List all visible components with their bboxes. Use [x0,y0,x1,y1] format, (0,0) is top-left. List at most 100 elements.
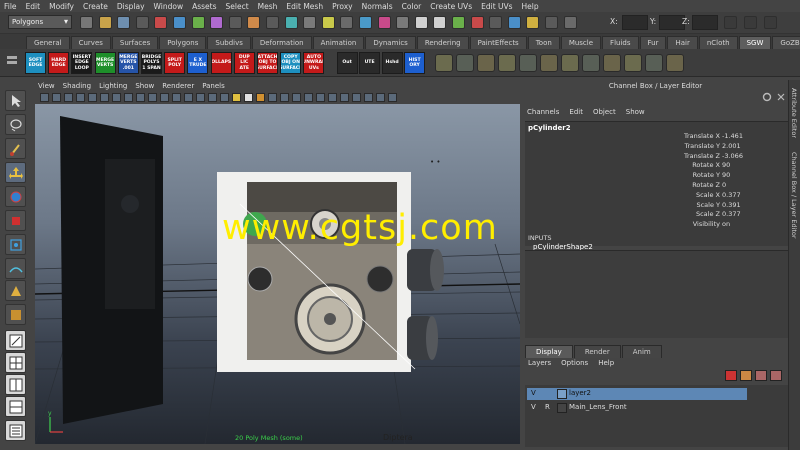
outliner-layout-icon[interactable] [5,420,26,441]
viewport-toolbar-icon[interactable] [100,93,109,102]
render-settings-icon[interactable] [452,16,465,29]
two-pane-layout-icon[interactable] [5,374,26,395]
move-tool-icon[interactable] [5,162,26,183]
menu-create[interactable]: Create [83,2,108,11]
shelf-tab-deformation[interactable]: Deformation [251,36,312,49]
viewport-toolbar-icon[interactable] [376,93,385,102]
menu-assets[interactable]: Assets [192,2,216,11]
shelf-button-split-poly[interactable]: SPLIT POLY [164,52,186,74]
channelbox-toggle-icon[interactable] [764,16,777,29]
graph-layout-icon[interactable] [5,396,26,417]
viewport-toolbar-icon[interactable] [88,93,97,102]
channel-value[interactable]: 2.001 [722,142,741,150]
grid-icon-b[interactable] [539,54,558,72]
grid-icon[interactable] [545,16,558,29]
shelf-button-hard-edge[interactable]: HARD EDGE [48,52,70,74]
channel-row[interactable]: Scale X 0.377 [525,191,790,201]
open-scene-icon[interactable] [98,16,112,29]
save-scene-icon[interactable] [117,16,131,29]
select-hierarchy-icon[interactable] [154,16,168,29]
viewport-toolbar-icon[interactable] [316,93,325,102]
viewport-toolbar-icon[interactable] [364,93,373,102]
outliner-icon[interactable] [563,16,577,29]
channel-row[interactable]: Rotate Y 90 [525,171,790,181]
channel-row[interactable]: Translate Z -3.066 [525,152,790,162]
track-icon[interactable] [476,54,495,72]
menu-display[interactable]: Display [117,2,145,11]
input-ops-icon[interactable] [340,16,354,29]
viewport-menu-shading[interactable]: Shading [63,82,91,90]
channel-box-menu-channels[interactable]: Channels [527,108,559,116]
shelf-tab-curves[interactable]: Curves [70,36,111,49]
channel-row[interactable]: Rotate Z0 [525,181,790,191]
channel-value[interactable]: 90 [722,171,730,179]
new-layer-icon[interactable] [725,370,737,381]
shelf-tab-dynamics[interactable]: Dynamics [365,36,416,49]
layer-visibility-toggle[interactable]: V [531,389,536,397]
snap-curve-icon[interactable] [266,16,279,29]
viewport-toolbar-icon[interactable] [352,93,361,102]
lasso-tool-icon[interactable] [5,114,26,135]
channel-value[interactable]: 0 [722,181,726,189]
viewport-toolbar-icon[interactable] [184,93,193,102]
viewport-toolbar-icon[interactable] [160,93,169,102]
channel-row[interactable]: Visibility on [525,220,790,230]
viewport-menu-lighting[interactable]: Lighting [99,82,127,90]
viewport-toolbar-icon[interactable] [172,93,181,102]
channel-value[interactable]: on [722,220,730,228]
tumble-icon[interactable] [497,54,516,72]
ipr-render-icon[interactable] [433,16,447,29]
snap-grid-icon[interactable] [247,16,261,29]
layer-options-icon[interactable] [755,370,767,381]
viewport-menu-view[interactable]: View [38,82,55,90]
hypershade-icon[interactable] [470,16,484,29]
shelf-tab-sgw[interactable]: SGW [738,36,772,49]
channel-value[interactable]: 0.377 [722,210,741,218]
render-current-icon[interactable] [396,16,410,29]
soft-mod-tool-icon[interactable] [5,258,26,279]
side-tab-channel-box[interactable]: Channel Box / Layer Editor [790,152,798,239]
viewport-toolbar-icon[interactable] [124,93,133,102]
lens-icon[interactable] [434,54,453,72]
menu-normals[interactable]: Normals [362,2,393,11]
menu-edit-mesh[interactable]: Edit Mesh [286,2,323,11]
viewport-toolbar-icon[interactable] [220,93,229,102]
menu-proxy[interactable]: Proxy [332,2,353,11]
viewport-toolbar-icon[interactable] [256,93,265,102]
viewport-toolbar-icon[interactable] [76,93,85,102]
panel-settings-icon[interactable] [762,92,772,102]
channel-row[interactable]: Scale Z 0.377 [525,210,790,220]
manipulator-tool-icon[interactable] [5,234,26,255]
camera-icon[interactable] [507,16,521,29]
highlight-selection-icon[interactable] [228,16,242,29]
shelf-button-out[interactable]: Out [336,52,358,74]
layer-menu-options[interactable]: Options [561,359,588,367]
viewport-toolbar-icon[interactable] [388,93,397,102]
shelf-tab-muscle[interactable]: Muscle [560,36,602,49]
snap-point-icon[interactable] [284,16,298,29]
channel-value[interactable]: -3.066 [722,152,743,160]
viewport-toolbar-icon[interactable] [148,93,157,102]
grid-icon-c[interactable] [560,54,579,72]
shelf-tab-rendering[interactable]: Rendering [416,36,469,49]
lock-selection-icon[interactable] [210,16,224,29]
panel-close-icon[interactable] [776,92,786,102]
menu-edit[interactable]: Edit [26,2,41,11]
shelf-button-ute[interactable]: UTE [359,52,381,74]
shelf-button-soft-edge[interactable]: SOFT EDGE [25,52,46,74]
viewport-toolbar-icon[interactable] [340,93,349,102]
layer-name[interactable]: layer2 [569,389,591,397]
last-tool-icon[interactable] [5,304,26,325]
select-tool-icon[interactable] [5,90,26,111]
shelf-button-bridge-polys-1-span[interactable]: BRIDGE POLYS 1 SPAN [141,52,162,74]
viewport-toolbar-icon[interactable] [64,93,73,102]
construction-history-icon[interactable] [377,16,391,29]
viewport-toolbar-icon[interactable] [40,93,49,102]
x-field[interactable] [622,15,648,30]
shelf-tab-general[interactable]: General [26,36,70,49]
sidebar-toggle-icon[interactable] [724,16,737,29]
scale-tool-icon[interactable] [5,210,26,231]
rotate-tool-icon[interactable] [5,186,26,207]
menu-color[interactable]: Color [402,2,422,11]
render-sequence-icon[interactable] [414,16,428,29]
